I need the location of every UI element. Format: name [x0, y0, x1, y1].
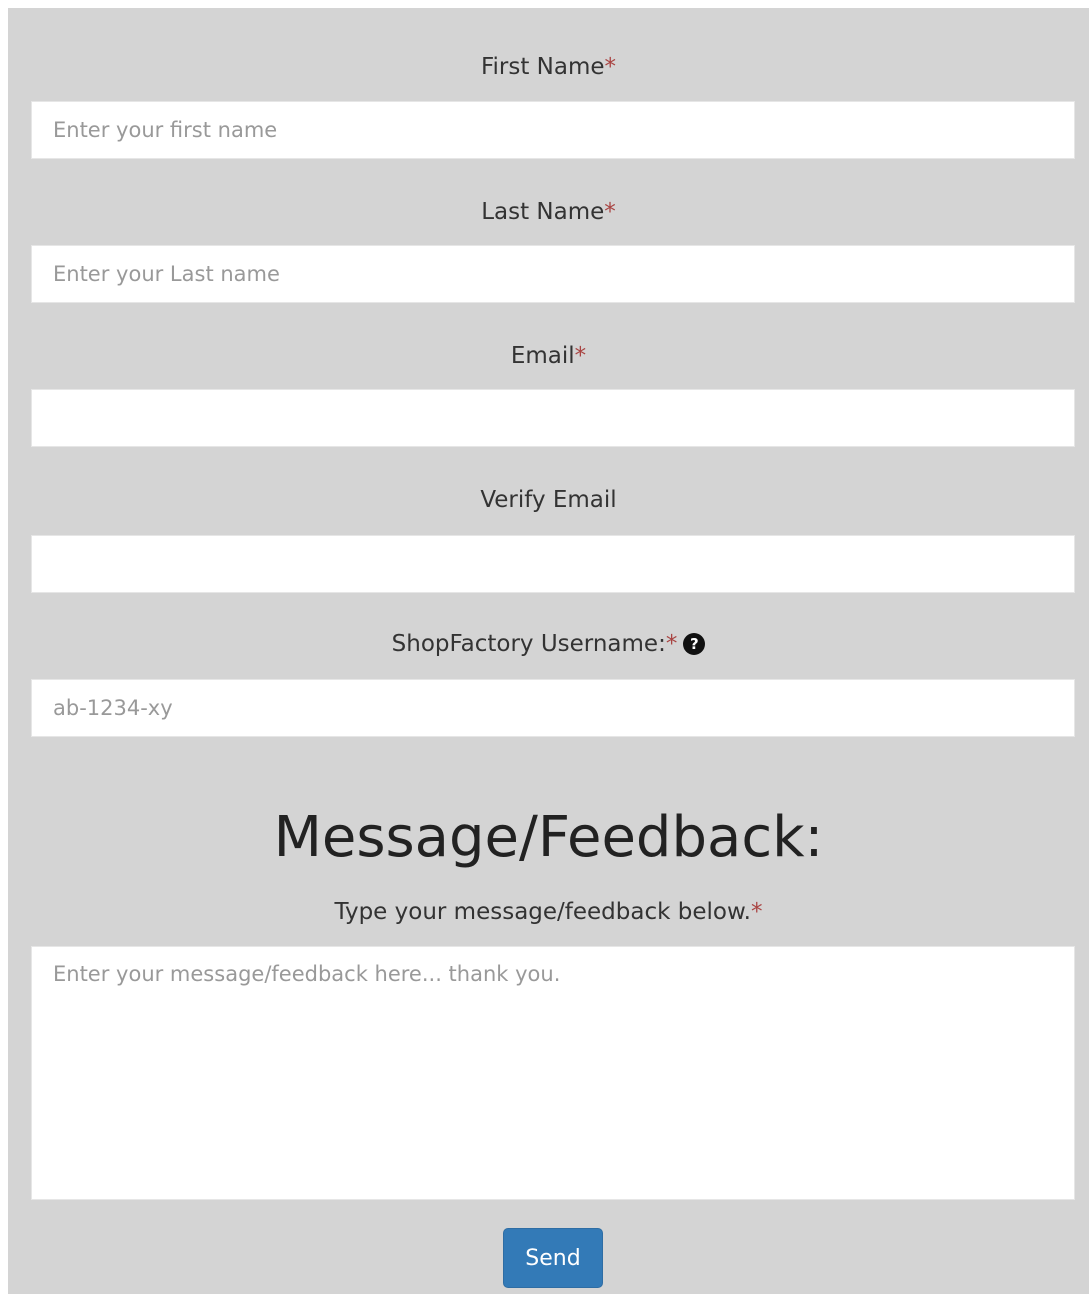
first-name-label-text: First Name: [480, 54, 605, 80]
verify-email-label: Verify Email: [8, 486, 1089, 514]
last-name-input[interactable]: [31, 245, 1075, 303]
required-mark: *: [604, 54, 617, 80]
message-heading: Message/Feedback:: [273, 805, 824, 870]
send-button[interactable]: Send: [503, 1228, 603, 1288]
last-name-label: Last Name*: [8, 198, 1089, 226]
first-name-label: First Name*: [8, 53, 1089, 81]
contact-form-panel: First Name* Last Name* Email* Verify Ema…: [8, 8, 1089, 1294]
username-label-text: ShopFactory Username:: [391, 631, 666, 657]
verify-email-input[interactable]: [31, 535, 1075, 593]
message-label-text: Type your message/feedback below.: [334, 899, 751, 925]
required-mark: *: [604, 199, 616, 225]
username-label: ShopFactory Username:*?: [8, 630, 1089, 658]
last-name-label-text: Last Name: [481, 199, 605, 225]
required-mark: *: [750, 899, 763, 925]
required-mark: *: [574, 343, 587, 369]
question-circle-icon[interactable]: ?: [683, 633, 706, 655]
message-label: Type your message/feedback below.*: [8, 898, 1089, 926]
email-label: Email*: [8, 342, 1089, 370]
email-label-text: Email: [510, 343, 575, 369]
message-textarea[interactable]: [31, 946, 1075, 1200]
username-input[interactable]: [31, 679, 1075, 737]
email-input[interactable]: [31, 389, 1075, 447]
required-mark: *: [665, 631, 678, 657]
first-name-input[interactable]: [31, 101, 1075, 159]
verify-email-label-text: Verify Email: [480, 487, 617, 513]
